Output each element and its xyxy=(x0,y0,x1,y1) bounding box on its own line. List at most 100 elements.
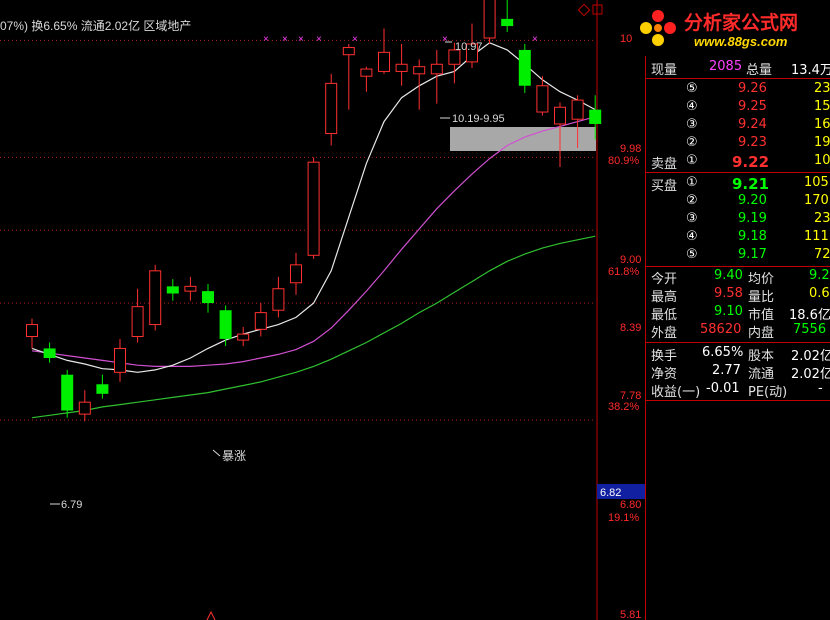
buy-volume: 111 xyxy=(804,229,829,244)
candle-body xyxy=(184,285,197,292)
range-annotation: 10.19-9.95 xyxy=(452,113,505,125)
signal-marker: × xyxy=(442,34,448,45)
signal-marker: × xyxy=(532,34,538,45)
stat-label: 最高 xyxy=(651,290,678,305)
buy-level-1: 买盘 ① 9.21 105 xyxy=(646,175,830,194)
logo-url: www.88gs.com xyxy=(694,34,788,49)
candle-body xyxy=(395,63,408,72)
buy-price: 9.20 xyxy=(738,193,767,208)
sell-index: ① xyxy=(686,153,698,168)
total-volume-label: 总量 xyxy=(746,63,773,78)
bottom-arrow-icon xyxy=(206,610,216,620)
stat-label: 最低 xyxy=(651,308,678,323)
buy-volume: 72 xyxy=(814,247,830,262)
buy-level-4: ④ 9.18 111 xyxy=(646,229,830,247)
stat-label: 市值 xyxy=(748,308,775,323)
now-volume-label: 现量 xyxy=(651,63,678,78)
candle-body xyxy=(518,49,531,86)
resistance-zone xyxy=(450,127,596,151)
stat-value: 18.6亿 xyxy=(789,308,830,323)
percent-tick-label: 61.8% xyxy=(608,266,639,278)
fund-value: 2.02亿 xyxy=(791,349,830,364)
sell-level-2: ② 9.23 19 xyxy=(646,135,830,153)
stat-label: 内盘 xyxy=(748,326,775,341)
price-tick-label: 8.39 xyxy=(620,322,641,334)
sell-volume: 19 xyxy=(814,135,830,150)
candle-body xyxy=(413,66,426,75)
sell-volume: 23 xyxy=(814,81,830,96)
fund-label: PE(动) xyxy=(748,385,788,400)
sell-level-1: 卖盘 ① 9.22 10 xyxy=(646,153,830,172)
stat-row-open: 今开 9.40 均价 9.2 xyxy=(646,268,830,287)
sell-price: 9.25 xyxy=(738,99,767,114)
price-tick-label: 10 xyxy=(620,33,632,45)
fund-label: 净资 xyxy=(651,367,678,382)
fund-value: - xyxy=(818,381,823,396)
collapse-icon xyxy=(577,3,591,17)
percent-tick-label: 38.2% xyxy=(608,401,639,413)
buy-index: ① xyxy=(686,175,698,190)
total-volume-value: 13.4万 xyxy=(791,63,830,78)
stat-value: 9.10 xyxy=(714,304,743,319)
candle-body xyxy=(589,109,602,124)
signal-marker: × xyxy=(316,34,322,45)
fund-value: 2.77 xyxy=(712,363,741,378)
fund-label: 换手 xyxy=(651,349,678,364)
surge-annotation: 暴涨 xyxy=(222,448,246,463)
buy-price: 9.17 xyxy=(738,247,767,262)
now-volume-value: 2085 xyxy=(709,59,743,74)
buy-volume: 170 xyxy=(804,193,829,208)
candle-body xyxy=(254,312,267,330)
logo-title: 分析家公式网 xyxy=(684,12,799,34)
sell-level-5: ⑤ 9.26 23 xyxy=(646,81,830,99)
candle-body xyxy=(536,85,549,113)
signal-marker: × xyxy=(282,34,288,45)
stat-label: 均价 xyxy=(748,272,775,287)
buy-volume: 105 xyxy=(804,175,829,190)
buy-level-2: ② 9.20 170 xyxy=(646,193,830,211)
volume-row: 现量 2085 总量 13.4万 xyxy=(646,59,830,78)
buy-volume: 23 xyxy=(814,211,830,226)
candle-body xyxy=(307,161,320,256)
candle-body xyxy=(430,63,443,75)
sell-level-3: ③ 9.24 16 xyxy=(646,117,830,135)
candle-body xyxy=(166,286,179,294)
sell-price: 9.23 xyxy=(738,135,767,150)
candle-body xyxy=(571,99,584,120)
price-tick-label: 5.81 xyxy=(620,609,641,620)
stat-value: 9.40 xyxy=(714,268,743,283)
buy-index: ④ xyxy=(686,229,698,244)
stat-value: 0.6 xyxy=(809,286,830,301)
quote-panel: 现量 2085 总量 13.4万 ⑤ 9.26 23 ④ 9.25 15 ③ 9… xyxy=(645,56,830,620)
stat-value: 58620 xyxy=(700,322,742,337)
fund-value: 6.65% xyxy=(702,345,744,360)
signal-marker: × xyxy=(298,34,304,45)
stat-label: 外盘 xyxy=(651,326,678,341)
buy-level-5: ⑤ 9.17 72 xyxy=(646,247,830,265)
candle-body xyxy=(114,347,126,373)
candle-body xyxy=(202,291,214,304)
candle-body xyxy=(290,264,302,284)
stat-label: 量比 xyxy=(748,290,775,305)
candle-body xyxy=(149,270,162,326)
fund-row-netasset: 净资 2.77 流通 2.02亿 xyxy=(646,363,830,382)
stat-row-outer: 外盘 58620 内盘 7556 xyxy=(646,322,830,341)
stat-value: 9.2 xyxy=(809,268,830,283)
sell-price: 9.24 xyxy=(738,117,767,132)
fund-row-turnover: 换手 6.65% 股本 2.02亿 xyxy=(646,345,830,364)
candle-body xyxy=(483,0,496,39)
sell-price: 9.26 xyxy=(738,81,767,96)
stock-header: 07%) 换6.65% 流通2.02亿 区域地产 xyxy=(0,19,192,33)
sell-index: ② xyxy=(686,135,698,150)
candle-body xyxy=(43,348,56,358)
candle-body xyxy=(237,333,250,341)
percent-tick-label: 80.9% xyxy=(608,155,639,167)
price-tick-label: 6.80 xyxy=(620,499,641,511)
candle-body xyxy=(272,288,285,311)
candle-body xyxy=(96,384,109,394)
sell-volume: 10 xyxy=(814,153,830,168)
sell-volume: 15 xyxy=(814,99,830,114)
candle-body xyxy=(360,68,373,77)
sell-label: 卖盘 xyxy=(651,157,678,172)
candle-body xyxy=(78,401,91,415)
